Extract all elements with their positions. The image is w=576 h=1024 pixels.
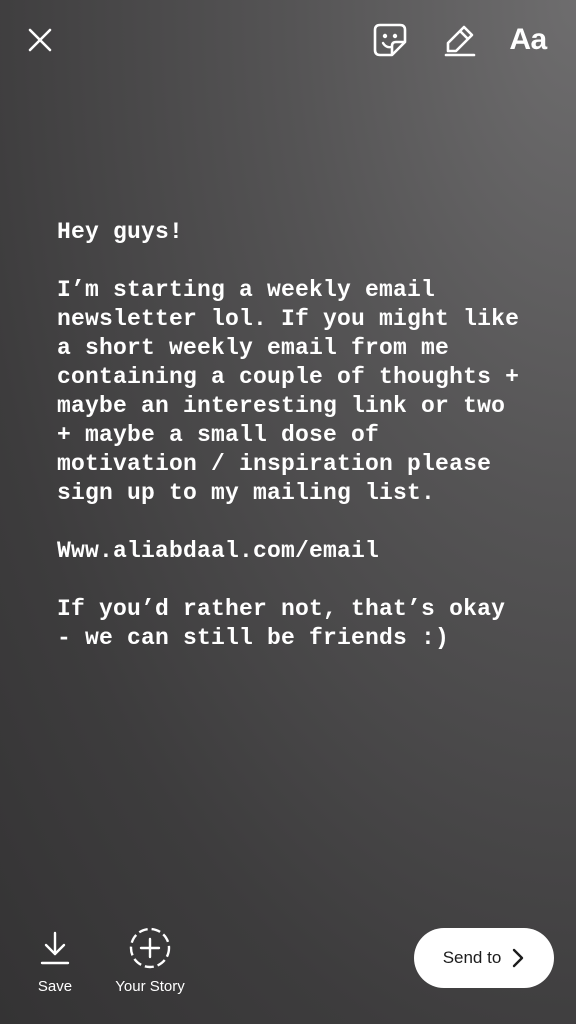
download-icon [33, 926, 77, 970]
story-text[interactable]: Hey guys! I’m starting a weekly email ne… [57, 218, 527, 653]
text-tool-label: Aa [509, 23, 547, 56]
close-button[interactable] [20, 20, 60, 60]
save-button[interactable]: Save [22, 926, 88, 995]
sticker-icon [373, 23, 407, 57]
your-story-button[interactable]: Your Story [104, 926, 196, 995]
your-story-label: Your Story [115, 978, 185, 995]
sticker-button[interactable] [368, 18, 412, 62]
close-icon [28, 28, 52, 52]
save-label: Save [37, 978, 73, 995]
story-editor-toolbar: Aa [0, 0, 576, 80]
chevron-right-icon [513, 948, 524, 968]
add-story-icon [128, 926, 172, 970]
pen-icon [444, 25, 476, 57]
text-tool-button[interactable]: Aa [502, 16, 554, 64]
send-to-button[interactable]: Send to [414, 928, 554, 988]
send-to-label: Send to [442, 948, 502, 967]
draw-button[interactable] [438, 18, 482, 62]
